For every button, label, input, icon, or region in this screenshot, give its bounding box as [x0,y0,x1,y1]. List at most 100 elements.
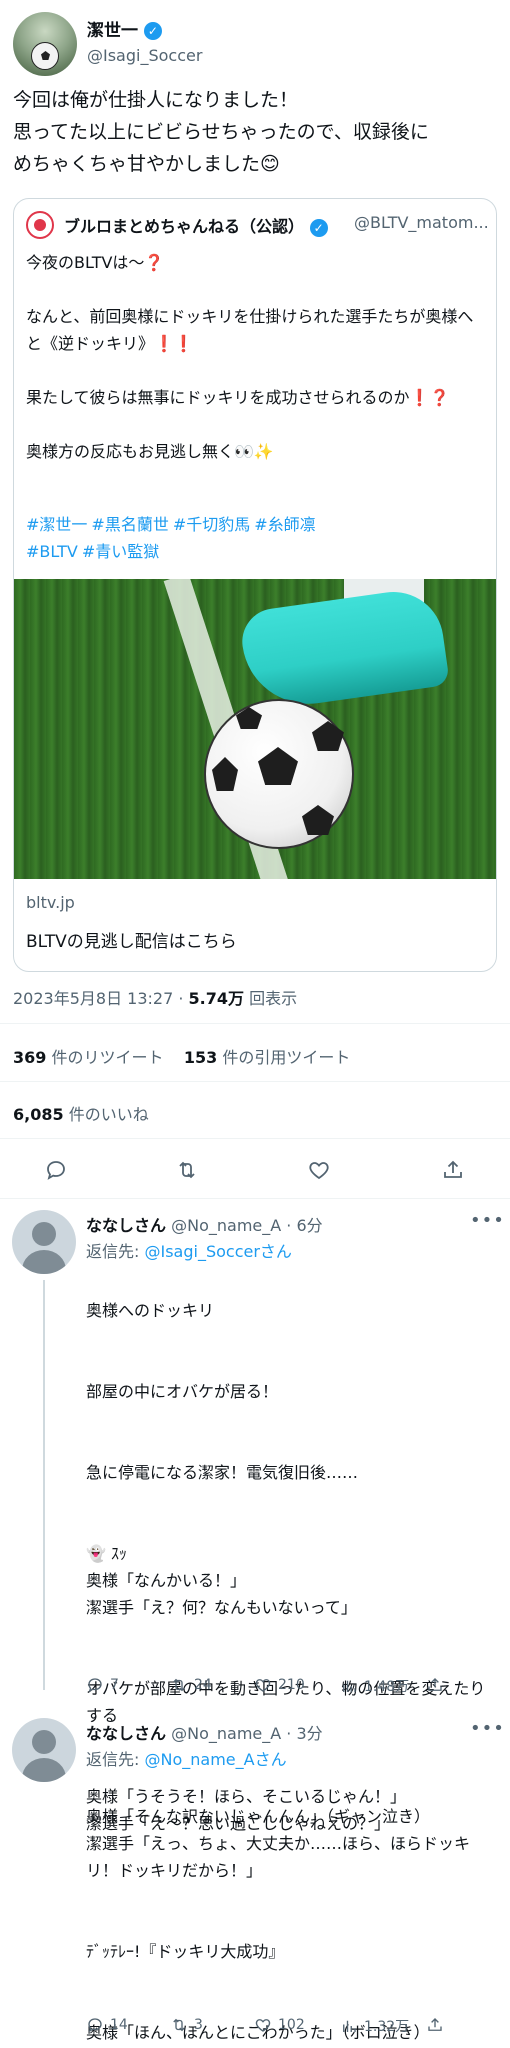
quote-count: 153 [183,1048,218,1067]
ball-patch [236,707,262,729]
link-card-domain: bltv.jp [26,893,75,912]
reply-paragraph: 奥様へのドッキリ [86,1301,215,1320]
reply-count: 14 [110,2017,128,2033]
reply-text: 奥様へのドッキリ 部屋の中にオバケが居る！ 急に停電になる潔家！電気復旧後…… … [86,1270,498,1864]
reply-author-name[interactable]: ななしさん [86,1216,166,1235]
heart-icon [255,1679,271,1692]
retweet-button[interactable] [167,1150,207,1190]
link-card-title[interactable]: BLTVの見逃し配信はこちら [26,927,237,952]
bar-chart-icon [343,2020,356,2032]
quote-paragraph: 奥様方の反応もお見逃し無く👀✨ [26,442,274,461]
heart-icon [309,1162,329,1180]
quote-count-link[interactable]: 153 件の引用ツイート [184,1048,351,1067]
tweet-date[interactable]: 2023年5月8日 13:27 · [13,989,189,1008]
view-count: 1.32万 [364,2019,410,2035]
hashtag-link[interactable]: #千切豹馬 [173,515,250,534]
reply-text: 奥様「そんな訳ないじゃんんん」（ギャン泣き） 潔選手「えっ、ちょ、大丈夫か……ほ… [86,1776,498,2048]
reply-author-handle[interactable]: @No_name_A · 3分 [171,1724,323,1743]
share-button[interactable] [426,1676,450,1694]
author-name[interactable]: 潔世一 [87,21,138,41]
like-stats[interactable]: 6,085 件のいいね [13,1101,149,1125]
ball-patch [258,747,298,785]
retweet-count: 369 [13,1048,47,1067]
retweet-count: 24 [194,1677,212,1693]
share-button[interactable] [426,2016,450,2034]
tweet-text-line: 今回は俺が仕掛人になりました！ [13,89,299,111]
author-handle[interactable]: @Isagi_Soccer [87,46,202,65]
hashtag-link[interactable]: #糸師凛 [254,515,315,534]
reply-author-handle[interactable]: @No_name_A · 6分 [171,1216,323,1235]
quote-paragraph: なんと、前回奥様にドッキリを仕掛けられた選手たちが奥様へと《逆ドッキリ》❗❗ [26,307,474,353]
reply-to-prefix: 返信先: [86,1242,145,1261]
reply-paragraph: 奥様「そんな訳ないじゃんんん」（ギャン泣き） 潔選手「えっ、ちょ、大丈夫か……ほ… [86,1807,471,1880]
heart-icon [255,2019,271,2032]
view-count: 1.48万 [364,1679,410,1695]
reply-button[interactable]: 7 [86,1676,119,1694]
retweet-button[interactable]: 24 [170,1676,212,1694]
reply-icon [47,1161,65,1180]
quote-count-label: 件の引用ツイート [217,1048,351,1067]
more-icon[interactable]: ••• [470,1718,505,1739]
quote-author-name-text: ブルロまとめちゃんねる（公認） [64,217,305,236]
tweet-text-line: めちゃくちゃ甘やかしました😊 [13,153,280,175]
ball-patch [302,805,334,835]
bar-chart-icon [343,1680,356,1692]
thread-line [43,1280,45,1690]
verified-badge-icon: ✓ [143,22,162,40]
hashtag-link[interactable]: #潔世一 [26,515,87,534]
default-avatar-body [22,1250,66,1274]
reply-header: ななしさん @No_name_A · 6分 [86,1212,323,1236]
reply-paragraph: 急に停電になる潔家！電気復旧後…… [86,1463,359,1482]
reply-to-handle[interactable]: @Isagi_Soccerさん [144,1242,291,1261]
reply-to-handle[interactable]: @No_name_Aさん [144,1750,286,1769]
like-button[interactable]: 102 [254,2016,305,2034]
retweet-count-link[interactable]: 369 件のリツイート [13,1048,164,1067]
reply-avatar[interactable] [12,1210,76,1274]
views-button[interactable]: 1.48万 [340,1676,409,1696]
reply-icon [88,1678,102,1693]
ball-patch [312,721,344,751]
reply-button[interactable] [36,1150,76,1190]
soccer-ball-icon [31,42,59,70]
reply-to-line: 返信先: @Isagi_Soccerさん [86,1238,292,1262]
soccer-ball-icon [204,699,354,849]
like-button[interactable] [299,1150,339,1190]
like-button[interactable]: 210 [254,1676,305,1694]
quote-paragraph: 今夜のBLTVは〜❓ [26,253,165,272]
retweet-icon [173,2018,185,2032]
views-button[interactable]: 1.32万 [340,2016,409,2036]
like-count: 102 [278,2017,305,2033]
tweet-text: 今回は俺が仕掛人になりました！ 思ってた以上にビビらせちゃったので、収録後に め… [13,84,503,180]
retweet-icon [173,1678,185,1692]
default-avatar-body [22,1758,66,1782]
quote-paragraph: 果たして彼らは無事にドッキリを成功させられるのか❗❓ [26,388,450,407]
like-count: 210 [278,1677,305,1693]
share-icon [428,2018,442,2031]
quote-author-handle: @BLTV_matom... [354,213,489,232]
quote-text: 今夜のBLTVは〜❓ なんと、前回奥様にドッキリを仕掛けられた選手たちが奥様へと… [26,249,486,492]
author-name-row[interactable]: 潔世一 ✓ [87,16,162,41]
reply-avatar[interactable] [12,1718,76,1782]
author-avatar[interactable] [13,12,77,76]
link-card-image[interactable] [14,579,496,879]
retweet-stats: 369 件のリツイート 153 件の引用ツイート [13,1044,350,1068]
reply-paragraph: 部屋の中にオバケが居る！ [86,1382,279,1401]
hashtag-link[interactable]: #BLTV [26,542,78,561]
more-icon[interactable]: ••• [470,1210,505,1231]
hashtag-link[interactable]: #青い監獄 [82,542,159,561]
reply-button[interactable]: 14 [86,2016,128,2034]
quote-tweet-card[interactable]: ブルロまとめちゃんねる（公認） ✓ @BLTV_matom... 今夜のBLTV… [13,198,497,972]
verified-badge-icon: ✓ [309,218,328,237]
quote-author-name: ブルロまとめちゃんねる（公認） ✓ [64,213,328,237]
quote-author-avatar [26,211,54,239]
like-count-label: 件のいいね [63,1105,149,1124]
reply-icon [88,2018,102,2033]
tweet-text-line: 思ってた以上にビビらせちゃったので、収録後に [13,121,429,143]
cleat-shape [238,585,450,713]
reply-author-name[interactable]: ななしさん [86,1724,166,1743]
reply-header: ななしさん @No_name_A · 3分 [86,1720,323,1744]
share-button[interactable] [433,1150,473,1190]
hashtag-link[interactable]: #黒名蘭世 [91,515,168,534]
retweet-button[interactable]: 3 [170,2016,203,2034]
retweet-icon [179,1161,195,1179]
